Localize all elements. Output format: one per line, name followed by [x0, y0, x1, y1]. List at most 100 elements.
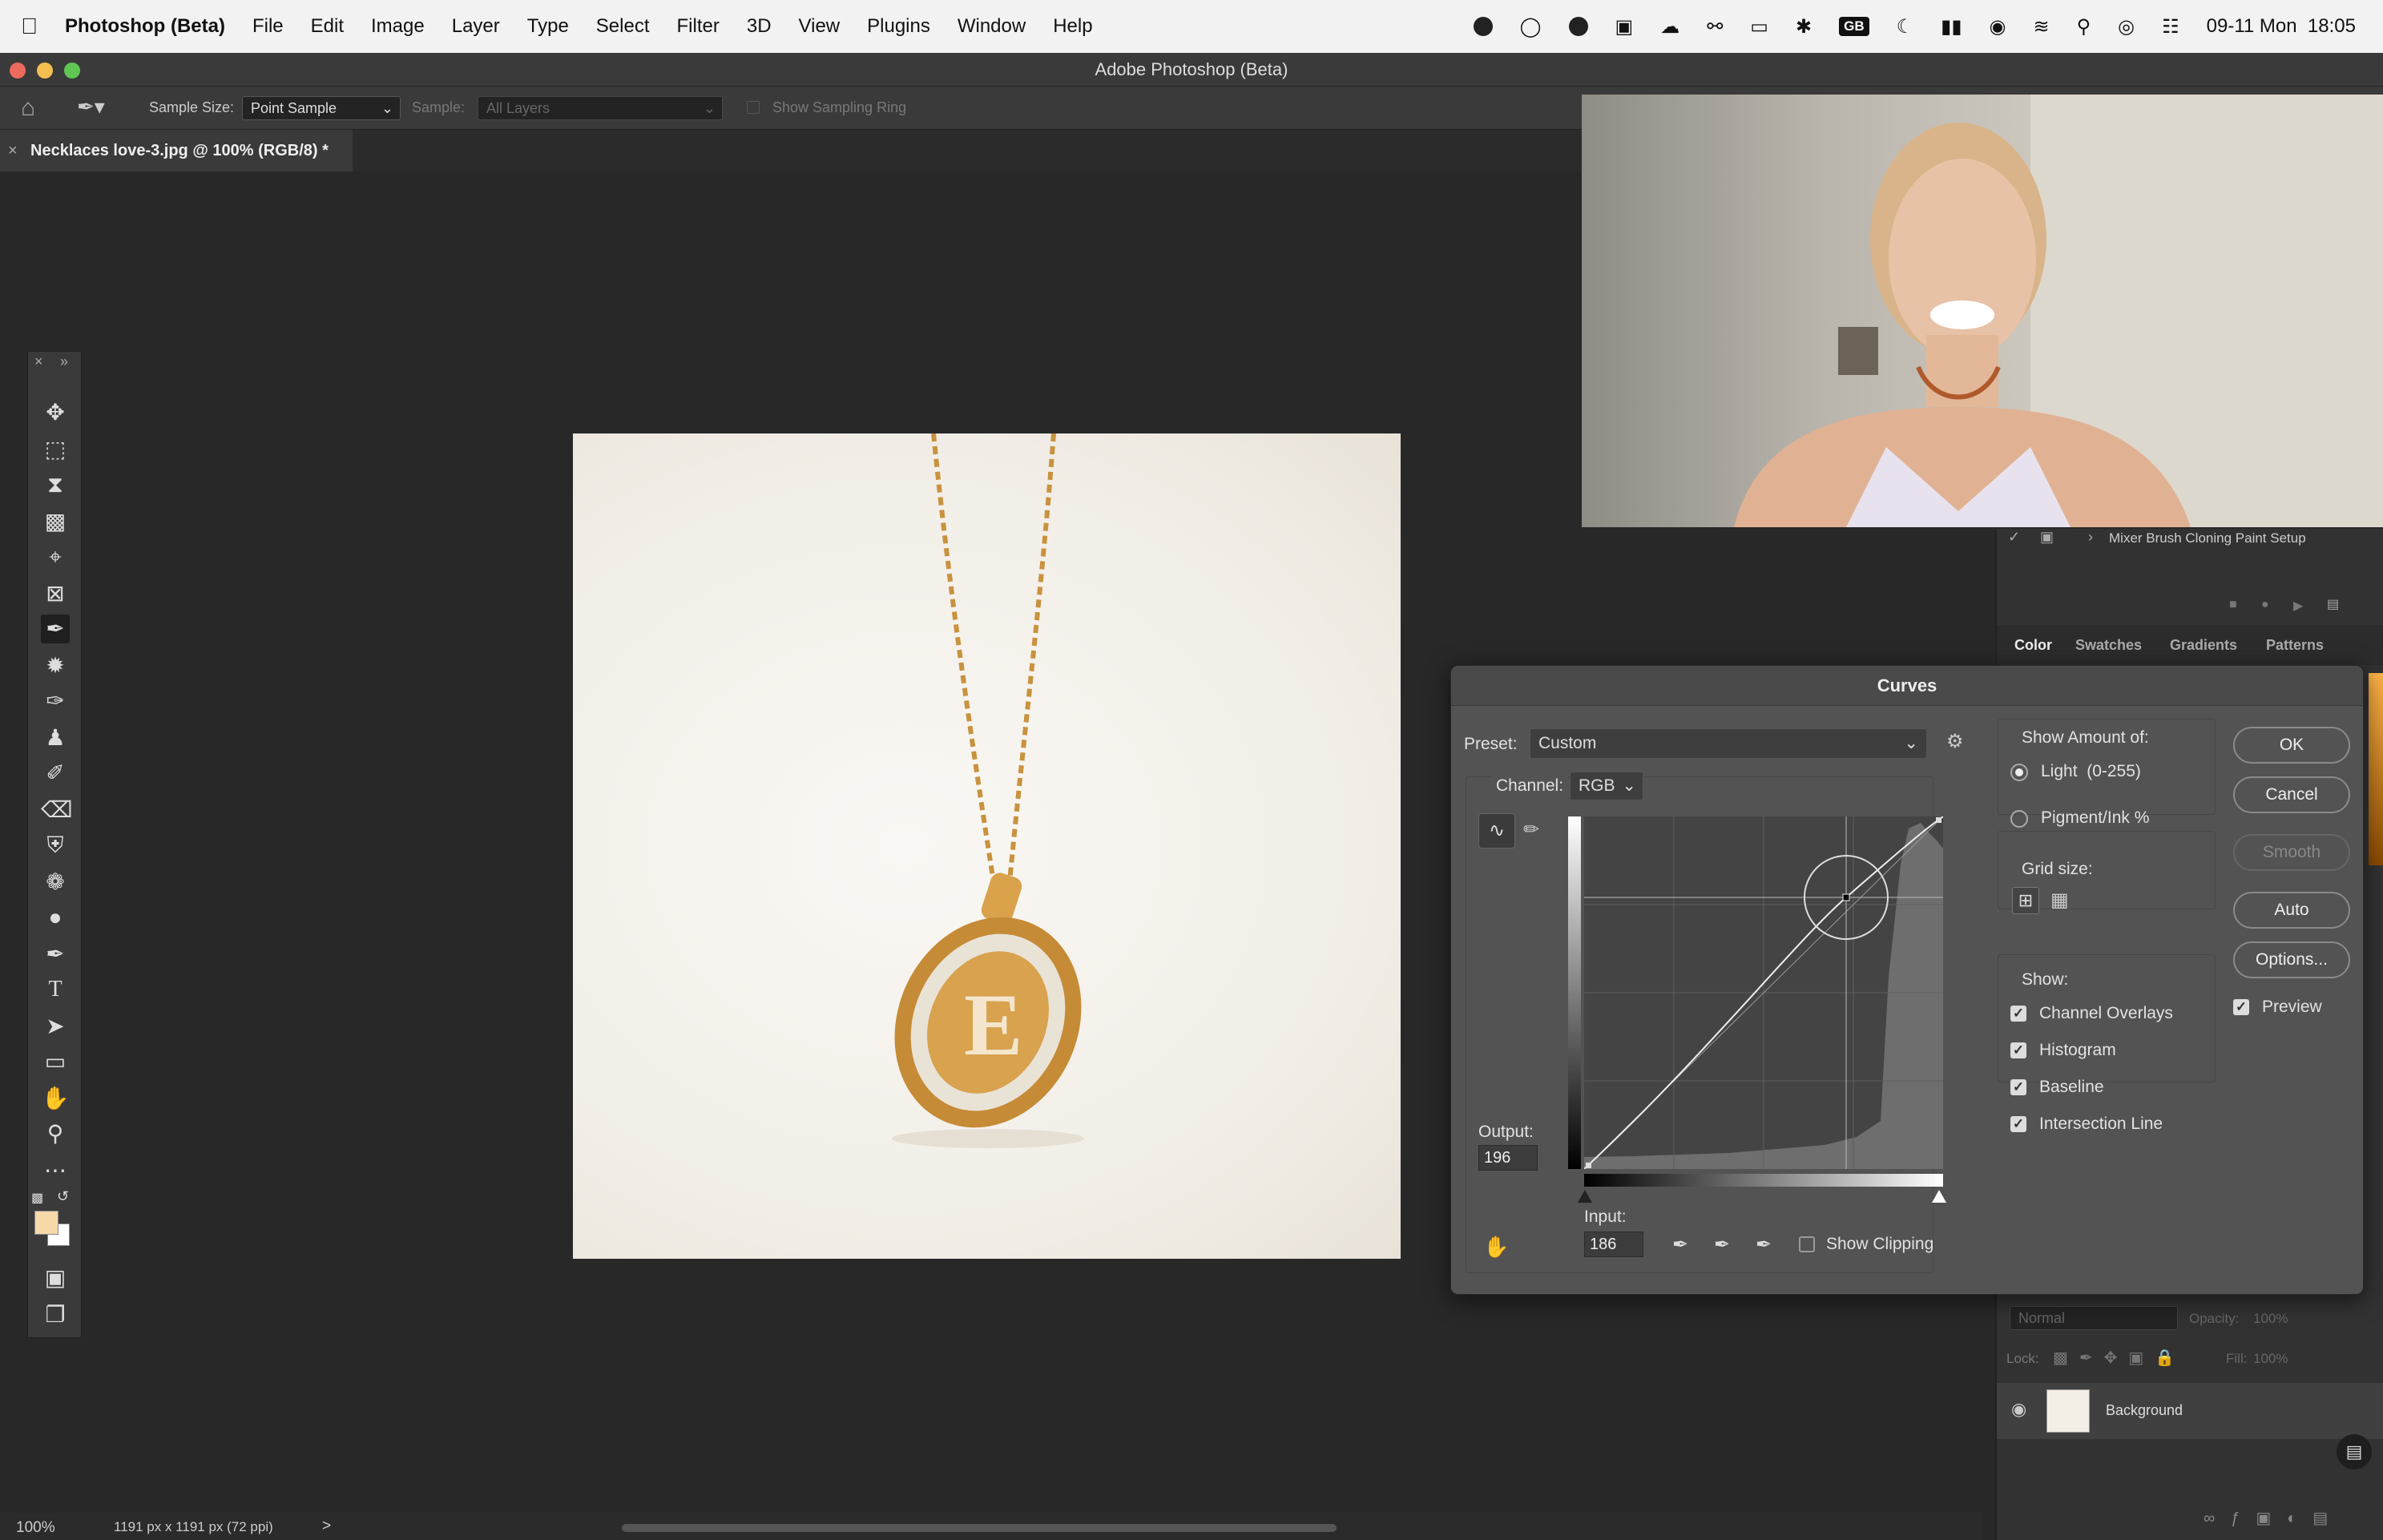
- menu-window[interactable]: Window: [944, 15, 1039, 38]
- battery-icon[interactable]: ▮▮: [1941, 15, 1962, 38]
- quick-mask-icon[interactable]: ▣: [41, 1264, 70, 1292]
- menu-3d[interactable]: 3D: [733, 15, 785, 38]
- layer-footer-icons[interactable]: ∞ƒ▣◐▤: [2204, 1508, 2344, 1528]
- type-tool-icon[interactable]: T: [41, 975, 70, 1004]
- minimize-window-button[interactable]: [37, 62, 53, 79]
- menu-help[interactable]: Help: [1039, 15, 1106, 38]
- intersection-line-checkbox[interactable]: ✓: [2010, 1116, 2026, 1132]
- control-center-icon[interactable]: ☷: [2162, 15, 2179, 38]
- display-icon[interactable]: ▭: [1750, 15, 1768, 38]
- grammarly-icon[interactable]: [1568, 17, 1588, 36]
- more-tools-icon[interactable]: ⋯: [41, 1156, 70, 1185]
- caption-icon[interactable]: ▤: [2337, 1434, 2372, 1469]
- status-menu-arrow[interactable]: >: [322, 1518, 331, 1535]
- ok-button[interactable]: OK: [2233, 727, 2350, 764]
- foreground-color-swatch[interactable]: [34, 1211, 58, 1235]
- object-selection-tool-icon[interactable]: ▩: [41, 507, 70, 536]
- airdrop-icon[interactable]: ◎: [2118, 15, 2135, 38]
- headphones-icon[interactable]: ◯: [1520, 15, 1542, 38]
- smooth-button[interactable]: Smooth: [2233, 834, 2350, 871]
- close-panel-icon[interactable]: ×: [34, 353, 43, 370]
- play-action-icon[interactable]: ▶: [2293, 598, 2303, 614]
- fill-value[interactable]: 100%: [2253, 1351, 2288, 1367]
- eraser-tool-icon[interactable]: ⌫: [41, 796, 73, 824]
- record-action-icon[interactable]: ●: [2261, 598, 2269, 612]
- document-tab[interactable]: × Necklaces love-3.jpg @ 100% (RGB/8) *: [0, 130, 353, 171]
- paint-bucket-tool-icon[interactable]: ⛨: [41, 831, 70, 860]
- gpu-icon[interactable]: ▣: [1615, 15, 1634, 38]
- user-icon[interactable]: ◉: [1990, 15, 2006, 38]
- auto-button[interactable]: Auto: [2233, 892, 2350, 929]
- path-selection-tool-icon[interactable]: ➤: [41, 1012, 70, 1041]
- light-radio[interactable]: [2010, 764, 2028, 781]
- black-eyedropper-icon[interactable]: ✒: [1672, 1233, 1688, 1256]
- detailed-grid-icon[interactable]: ▦: [2050, 889, 2069, 912]
- blend-mode-select[interactable]: Normal: [2010, 1306, 2178, 1330]
- cloud-icon[interactable]: ☁: [1660, 15, 1679, 38]
- move-tool-icon[interactable]: ✥: [41, 398, 70, 427]
- white-point-slider[interactable]: [1932, 1190, 1946, 1203]
- tab-color[interactable]: Color: [2014, 625, 2052, 665]
- curve-graph[interactable]: [1584, 816, 1943, 1169]
- white-eyedropper-icon[interactable]: ✒: [1756, 1233, 1772, 1256]
- collapse-panel-icon[interactable]: »: [60, 353, 68, 370]
- menu-view[interactable]: View: [785, 15, 854, 38]
- pen-tool-icon[interactable]: ✒: [41, 940, 70, 969]
- sample-size-select[interactable]: Point Sample ⌄: [242, 96, 401, 120]
- tab-patterns[interactable]: Patterns: [2266, 625, 2324, 665]
- history-brush-tool-icon[interactable]: ✐: [41, 759, 70, 788]
- options-button[interactable]: Options...: [2233, 941, 2350, 978]
- close-window-button[interactable]: [10, 62, 26, 79]
- spot-healing-tool-icon[interactable]: ✹: [41, 651, 70, 680]
- clone-stamp-tool-icon[interactable]: ♟: [41, 724, 70, 752]
- menu-image[interactable]: Image: [357, 15, 438, 38]
- menu-edit[interactable]: Edit: [297, 15, 357, 38]
- frame-tool-icon[interactable]: ⊠: [41, 579, 70, 608]
- zoom-level[interactable]: 100%: [16, 1519, 55, 1537]
- opacity-value[interactable]: 100%: [2253, 1311, 2288, 1327]
- default-colors-icon[interactable]: ▩: [31, 1190, 43, 1206]
- preset-select[interactable]: Custom ⌄: [1530, 728, 1927, 759]
- show-clipping-checkbox[interactable]: [1799, 1236, 1815, 1252]
- menu-select[interactable]: Select: [583, 15, 663, 38]
- menu-filter[interactable]: Filter: [663, 15, 733, 38]
- rectangle-tool-icon[interactable]: ▭: [41, 1047, 70, 1076]
- pencil-draw-icon[interactable]: ✏: [1523, 818, 1539, 841]
- eyedropper-tool-preset-icon[interactable]: ✒▾: [77, 95, 105, 119]
- menu-file[interactable]: File: [239, 15, 297, 38]
- eye-visibility-icon[interactable]: ◉: [2011, 1399, 2026, 1420]
- keyboard-layout-badge[interactable]: GB: [1839, 17, 1869, 36]
- spotlight-search-icon[interactable]: ⚲: [2077, 15, 2091, 38]
- pigment-radio[interactable]: [2010, 810, 2028, 828]
- channel-select[interactable]: RGB ⌄: [1570, 772, 1643, 800]
- record-icon[interactable]: [1473, 17, 1493, 36]
- show-sampling-ring-checkbox[interactable]: [747, 101, 760, 114]
- channel-overlays-checkbox[interactable]: ✓: [2010, 1006, 2026, 1022]
- stop-action-icon[interactable]: ■: [2229, 598, 2237, 612]
- airpods-icon[interactable]: ⚯: [1707, 15, 1723, 38]
- app-menu[interactable]: Photoshop (Beta): [51, 15, 239, 38]
- action-check-icon[interactable]: ✓: [2008, 529, 2020, 546]
- menu-layer[interactable]: Layer: [438, 15, 514, 38]
- apple-icon[interactable]: : [0, 14, 51, 39]
- action-dialog-icon[interactable]: ▣: [2040, 529, 2054, 546]
- clock[interactable]: 09-11 Mon 18:05: [2207, 15, 2356, 38]
- canvas-image[interactable]: E: [573, 433, 1401, 1259]
- dodge-tool-icon[interactable]: ●: [41, 903, 70, 932]
- black-point-slider[interactable]: [1578, 1190, 1592, 1203]
- menu-plugins[interactable]: Plugins: [853, 15, 944, 38]
- zoom-window-button[interactable]: [64, 62, 80, 79]
- zoom-tool-icon[interactable]: ⚲: [41, 1119, 70, 1148]
- input-field[interactable]: [1584, 1232, 1643, 1257]
- blur-tool-icon[interactable]: ❁: [41, 868, 70, 897]
- brush-tool-icon[interactable]: ✑: [41, 687, 70, 716]
- close-tab-icon[interactable]: ×: [8, 130, 18, 171]
- lasso-tool-icon[interactable]: ⧗: [41, 470, 70, 499]
- marquee-tool-icon[interactable]: ⬚: [41, 435, 70, 464]
- gray-eyedropper-icon[interactable]: ✒: [1714, 1233, 1730, 1256]
- swap-colors-icon[interactable]: ↺: [57, 1188, 69, 1205]
- bluetooth-icon[interactable]: ✱: [1796, 15, 1812, 38]
- preview-checkbox[interactable]: ✓: [2233, 999, 2249, 1015]
- home-icon[interactable]: ⌂: [21, 95, 35, 122]
- cancel-button[interactable]: Cancel: [2233, 776, 2350, 813]
